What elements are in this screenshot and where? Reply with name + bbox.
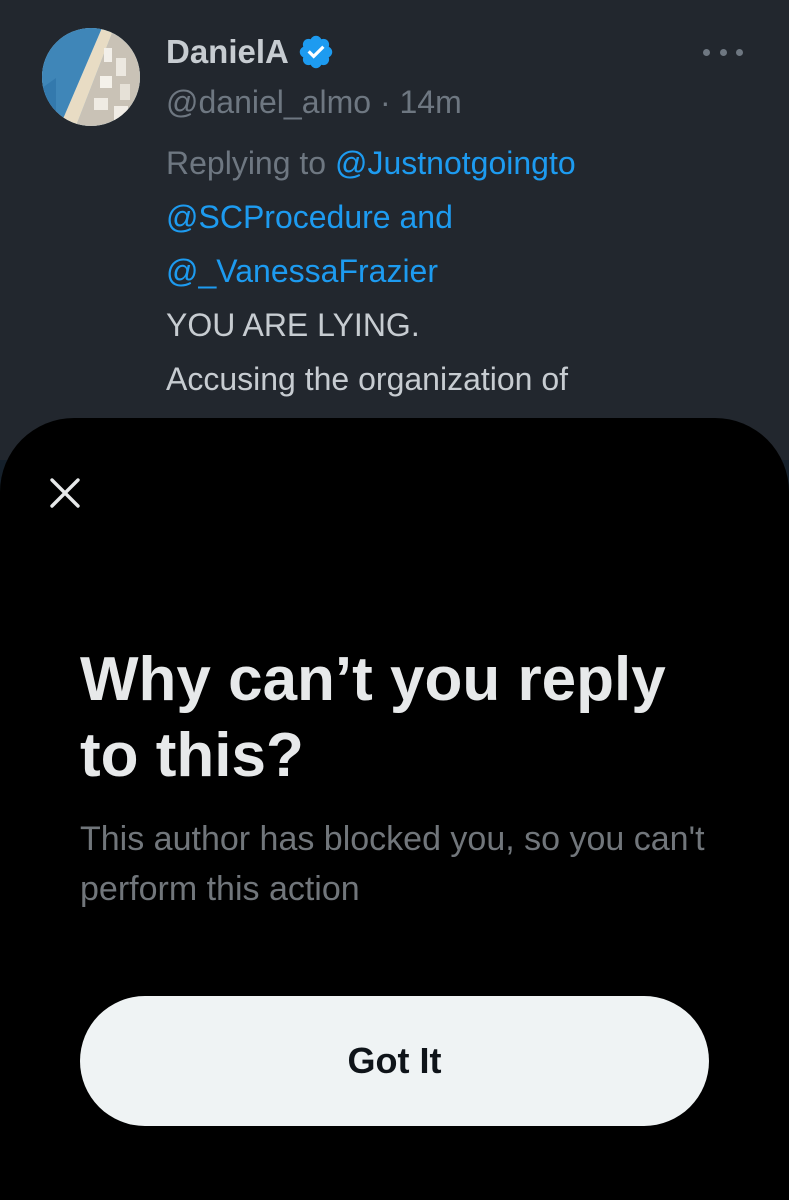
tweet-timestamp[interactable]: 14m (399, 84, 461, 120)
author-handle[interactable]: @daniel_almo (166, 84, 371, 120)
mention-link[interactable]: @SCProcedure (166, 199, 391, 235)
tweet-card[interactable]: DanielA @daniel_almo · 14m Replying to @… (0, 0, 789, 460)
more-horizontal-icon (703, 48, 710, 56)
mention-link[interactable]: @_VanessaFrazier (166, 253, 438, 289)
verified-badge-icon (299, 35, 333, 69)
close-button[interactable] (40, 468, 90, 518)
meta-separator: · (379, 84, 391, 120)
mention-link[interactable]: @Justnotgoingto (335, 145, 576, 181)
author-display-name[interactable]: DanielA (166, 32, 289, 72)
avatar[interactable] (42, 28, 140, 126)
more-options-button[interactable] (703, 40, 743, 64)
tweet-text-line: YOU ARE LYING. (166, 307, 420, 343)
replying-to: Replying to @Justnotgoingto @SCProcedure… (166, 136, 756, 298)
avatar-beach-image (42, 28, 140, 126)
mention-and[interactable]: and (399, 199, 452, 235)
more-dot (736, 48, 743, 56)
sheet-description: This author has blocked you, so you can'… (80, 820, 705, 908)
tweet-text-line: Accusing the organization of (166, 361, 569, 397)
tweet-meta: @daniel_almo · 14m (166, 80, 462, 124)
got-it-button[interactable]: Got It (80, 996, 709, 1126)
author-name-row[interactable]: DanielA (166, 32, 335, 72)
close-icon (50, 478, 80, 508)
more-dot (719, 48, 727, 56)
blocked-info-sheet: Why can’t you reply to this? This author… (0, 418, 789, 1200)
sheet-title: Why can’t you reply to this? (80, 645, 666, 790)
screen: DanielA @daniel_almo · 14m Replying to @… (0, 0, 789, 1200)
replying-to-label: Replying to (166, 145, 327, 181)
